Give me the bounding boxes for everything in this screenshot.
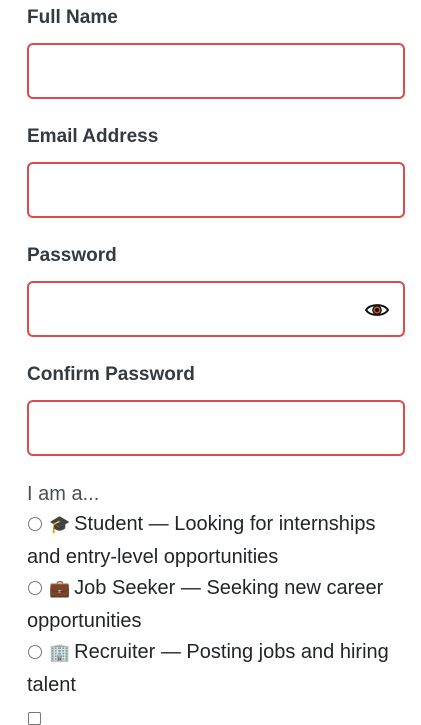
role-option-student[interactable]: 🎓 Student — Looking for internships and e… [27,508,405,573]
role-option-job-seeker[interactable]: 💼 Job Seeker — Seeking new career opportu… [27,572,405,637]
role-heading: I am a... [27,483,100,505]
office-building-icon: 🏢 [49,643,71,663]
eye-icon[interactable] [365,298,389,322]
confirm-password-field-wrapper [27,400,405,456]
role-option-recruiter[interactable]: 🏢 Recruiter — Posting jobs and hiring tal… [27,636,405,701]
password-input[interactable] [29,283,403,335]
full-name-field-wrapper [27,43,405,99]
recruiter-radio[interactable] [28,645,42,659]
full-name-input[interactable] [29,45,403,97]
email-field-wrapper [27,162,405,218]
confirm-password-input[interactable] [29,402,403,454]
role-option-label: Job Seeker — Seeking new career opportun… [27,577,384,632]
role-option-label: Student — Looking for internships and en… [27,513,376,568]
password-label: Password [27,245,117,266]
graduation-cap-icon: 🎓 [49,515,71,535]
confirm-password-label: Confirm Password [27,364,195,385]
email-input[interactable] [29,164,403,216]
email-label: Email Address [27,126,159,147]
role-option-label: Recruiter — Posting jobs and hiring tale… [27,641,389,696]
full-name-label: Full Name [27,7,118,28]
student-radio[interactable] [28,517,42,531]
briefcase-icon: 💼 [49,579,71,599]
password-field-wrapper [27,281,405,337]
job-seeker-radio[interactable] [28,581,42,595]
